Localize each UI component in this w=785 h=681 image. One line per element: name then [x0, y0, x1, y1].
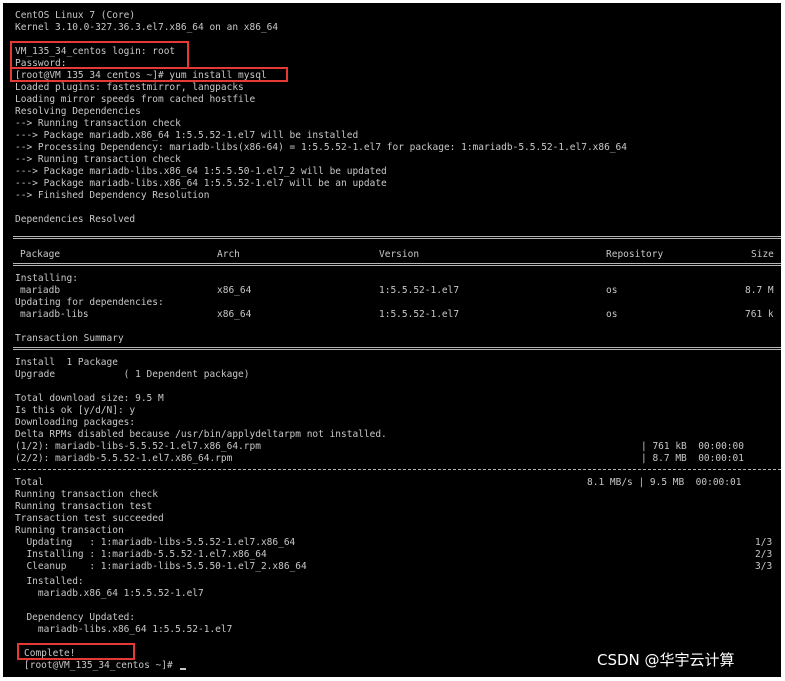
final-prompt: [root@VM_135_34_centos ~]#: [24, 660, 179, 671]
download-stats: | 761 kB 00:00:00: [641, 441, 744, 452]
terminal-window[interactable]: CentOS Linux 7 (Core) Kernel 3.10.0-327.…: [3, 3, 781, 677]
run-line: Transaction test succeeded: [15, 513, 164, 524]
step-action: Updating : 1:mariadb-libs-5.5.52-1.el7.x…: [15, 537, 296, 548]
cell-size: 761 k: [745, 309, 774, 320]
cell-arch: x86_64: [217, 309, 252, 320]
step-count: 2/3: [755, 549, 773, 560]
csdn-watermark: CSDN @华宇云计算: [597, 651, 735, 669]
upgrade-line: Upgrade ( 1 Dependent package): [15, 369, 250, 380]
step-action: Installing : 1:mariadb-5.5.52-1.el7.x86_…: [15, 549, 267, 560]
cell-repository: os: [606, 309, 618, 320]
output-line: ---> Package mariadb-libs.x86_64 1:5.5.5…: [15, 178, 387, 189]
output-line: --> Processing Dependency: mariadb-libs(…: [15, 142, 627, 153]
output-line: Resolving Dependencies: [15, 106, 141, 117]
col-header-package: Package: [20, 249, 61, 260]
text-cursor: [180, 668, 187, 670]
banner-os: CentOS Linux 7 (Core): [15, 10, 136, 21]
col-header-repository: Repository: [606, 249, 664, 260]
download-stats: | 8.7 MB 00:00:01: [641, 453, 744, 464]
dependency-updated-label: Dependency Updated:: [15, 612, 136, 623]
highlight-command-box: [10, 67, 288, 82]
download-size: Total download size: 9.5 M: [15, 393, 164, 404]
output-line: --> Running transaction check: [15, 154, 181, 165]
step-count: 1/3: [755, 537, 773, 548]
dependency-updated-package: mariadb-libs.x86_64 1:5.5.52-1.el7: [15, 624, 233, 635]
highlight-complete-box: [17, 643, 135, 660]
cell-package: mariadb-libs: [20, 309, 89, 320]
run-line: Running transaction test: [15, 501, 153, 512]
deps-resolved: Dependencies Resolved: [15, 214, 136, 225]
cell-arch: x86_64: [217, 285, 252, 296]
install-line: Install 1 Package: [15, 357, 118, 368]
summary-separator: [13, 347, 781, 350]
download-separator: [13, 469, 781, 470]
final-prompt-line[interactable]: [root@VM_135_34_centos ~]#: [24, 660, 187, 672]
installed-package: mariadb.x86_64 1:5.5.52-1.el7: [15, 588, 204, 599]
col-header-version: Version: [379, 249, 420, 260]
cell-package: mariadb: [20, 285, 61, 296]
banner-kernel: Kernel 3.10.0-327.36.3.el7.x86_64 on an …: [15, 22, 279, 33]
output-line: Loaded plugins: fastestmirror, langpacks: [15, 82, 244, 93]
confirm-prompt: Is this ok [y/d/N]: y: [15, 405, 136, 416]
output-line: --> Finished Dependency Resolution: [15, 190, 210, 201]
cell-repository: os: [606, 285, 618, 296]
step-count: 3/3: [755, 561, 773, 572]
run-line: Running transaction: [15, 525, 124, 536]
downloading-label: Downloading packages:: [15, 417, 136, 428]
total-stats: 8.1 MB/s | 9.5 MB 00:00:01: [587, 477, 742, 488]
delta-rpm-note: Delta RPMs disabled because /usr/bin/app…: [15, 429, 387, 440]
run-line: Running transaction check: [15, 489, 158, 500]
installing-label: Installing:: [15, 273, 78, 284]
col-header-arch: Arch: [217, 249, 240, 260]
updating-label: Updating for dependencies:: [15, 297, 164, 308]
output-line: Loading mirror speeds from cached hostfi…: [15, 94, 256, 105]
download-file: (2/2): mariadb-5.5.52-1.el7.x86_64.rpm: [15, 453, 233, 464]
output-line: --> Running transaction check: [15, 118, 181, 129]
step-action: Cleanup : 1:mariadb-libs-5.5.50-1.el7_2.…: [15, 561, 307, 572]
download-file: (1/2): mariadb-libs-5.5.52-1.el7.x86_64.…: [15, 441, 261, 452]
cell-version: 1:5.5.52-1.el7: [379, 309, 460, 320]
highlight-login-box: [10, 41, 189, 69]
cell-size: 8.7 M: [745, 285, 774, 296]
col-header-size: Size: [751, 249, 774, 260]
table-separator: [13, 236, 781, 239]
output-line: ---> Package mariadb-libs.x86_64 1:5.5.5…: [15, 166, 387, 177]
cell-version: 1:5.5.52-1.el7: [379, 285, 460, 296]
table-separator: [13, 263, 781, 266]
output-line: ---> Package mariadb.x86_64 1:5.5.52-1.e…: [15, 130, 359, 141]
installed-label: Installed:: [15, 576, 84, 587]
total-label: Total: [15, 477, 44, 488]
transaction-summary: Transaction Summary: [15, 333, 124, 344]
